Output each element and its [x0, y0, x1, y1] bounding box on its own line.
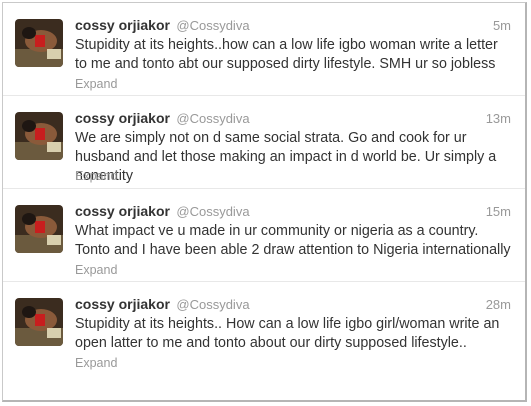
user-photo-avatar-icon — [15, 112, 63, 160]
user-photo-avatar-icon — [15, 298, 63, 346]
tweet-header: cossy orjiakor @Cossydiva 28m — [75, 296, 511, 314]
tweet-text: We are simply not on d same social strat… — [75, 130, 497, 184]
expand-link[interactable]: Expand — [75, 263, 117, 277]
expand-link[interactable]: Expand — [75, 356, 117, 370]
tweet-header: cossy orjiakor @Cossydiva 5m — [75, 17, 511, 35]
user-photo-avatar-icon — [15, 19, 63, 67]
username[interactable]: @Cossydiva — [176, 204, 249, 219]
tweet-item[interactable]: cossy orjiakor @Cossydiva 13m We are sim… — [3, 96, 525, 189]
expand-link[interactable]: Expand — [75, 77, 117, 91]
tweet-item[interactable]: cossy orjiakor @Cossydiva 15m What impac… — [3, 189, 525, 282]
user-photo-avatar-icon — [15, 205, 63, 253]
avatar[interactable] — [15, 19, 63, 67]
timestamp[interactable]: 5m — [493, 18, 511, 33]
fullname[interactable]: cossy orjiakor — [75, 203, 170, 219]
timestamp[interactable]: 15m — [486, 204, 511, 219]
avatar[interactable] — [15, 205, 63, 253]
timestamp[interactable]: 13m — [486, 111, 511, 126]
tweet-stream: cossy orjiakor @Cossydiva 5m Stupidity a… — [2, 2, 527, 402]
tweet-text: Stupidity at its heights..how can a low … — [75, 37, 498, 72]
tweet-item[interactable]: cossy orjiakor @Cossydiva 28m Stupidity … — [3, 282, 525, 375]
tweet-header: cossy orjiakor @Cossydiva 15m — [75, 203, 511, 221]
tweet-text: What impact ve u made in ur community or… — [75, 223, 511, 258]
fullname[interactable]: cossy orjiakor — [75, 17, 170, 33]
avatar[interactable] — [15, 298, 63, 346]
timestamp[interactable]: 28m — [486, 297, 511, 312]
avatar[interactable] — [15, 112, 63, 160]
username[interactable]: @Cossydiva — [176, 111, 249, 126]
tweet-item[interactable]: cossy orjiakor @Cossydiva 5m Stupidity a… — [3, 3, 525, 96]
fullname[interactable]: cossy orjiakor — [75, 296, 170, 312]
tweet-header: cossy orjiakor @Cossydiva 13m — [75, 110, 511, 128]
expand-link[interactable]: Expand — [75, 169, 117, 183]
username[interactable]: @Cossydiva — [176, 297, 249, 312]
fullname[interactable]: cossy orjiakor — [75, 110, 170, 126]
tweet-text: Stupidity at its heights.. How can a low… — [75, 316, 500, 351]
username[interactable]: @Cossydiva — [176, 18, 249, 33]
